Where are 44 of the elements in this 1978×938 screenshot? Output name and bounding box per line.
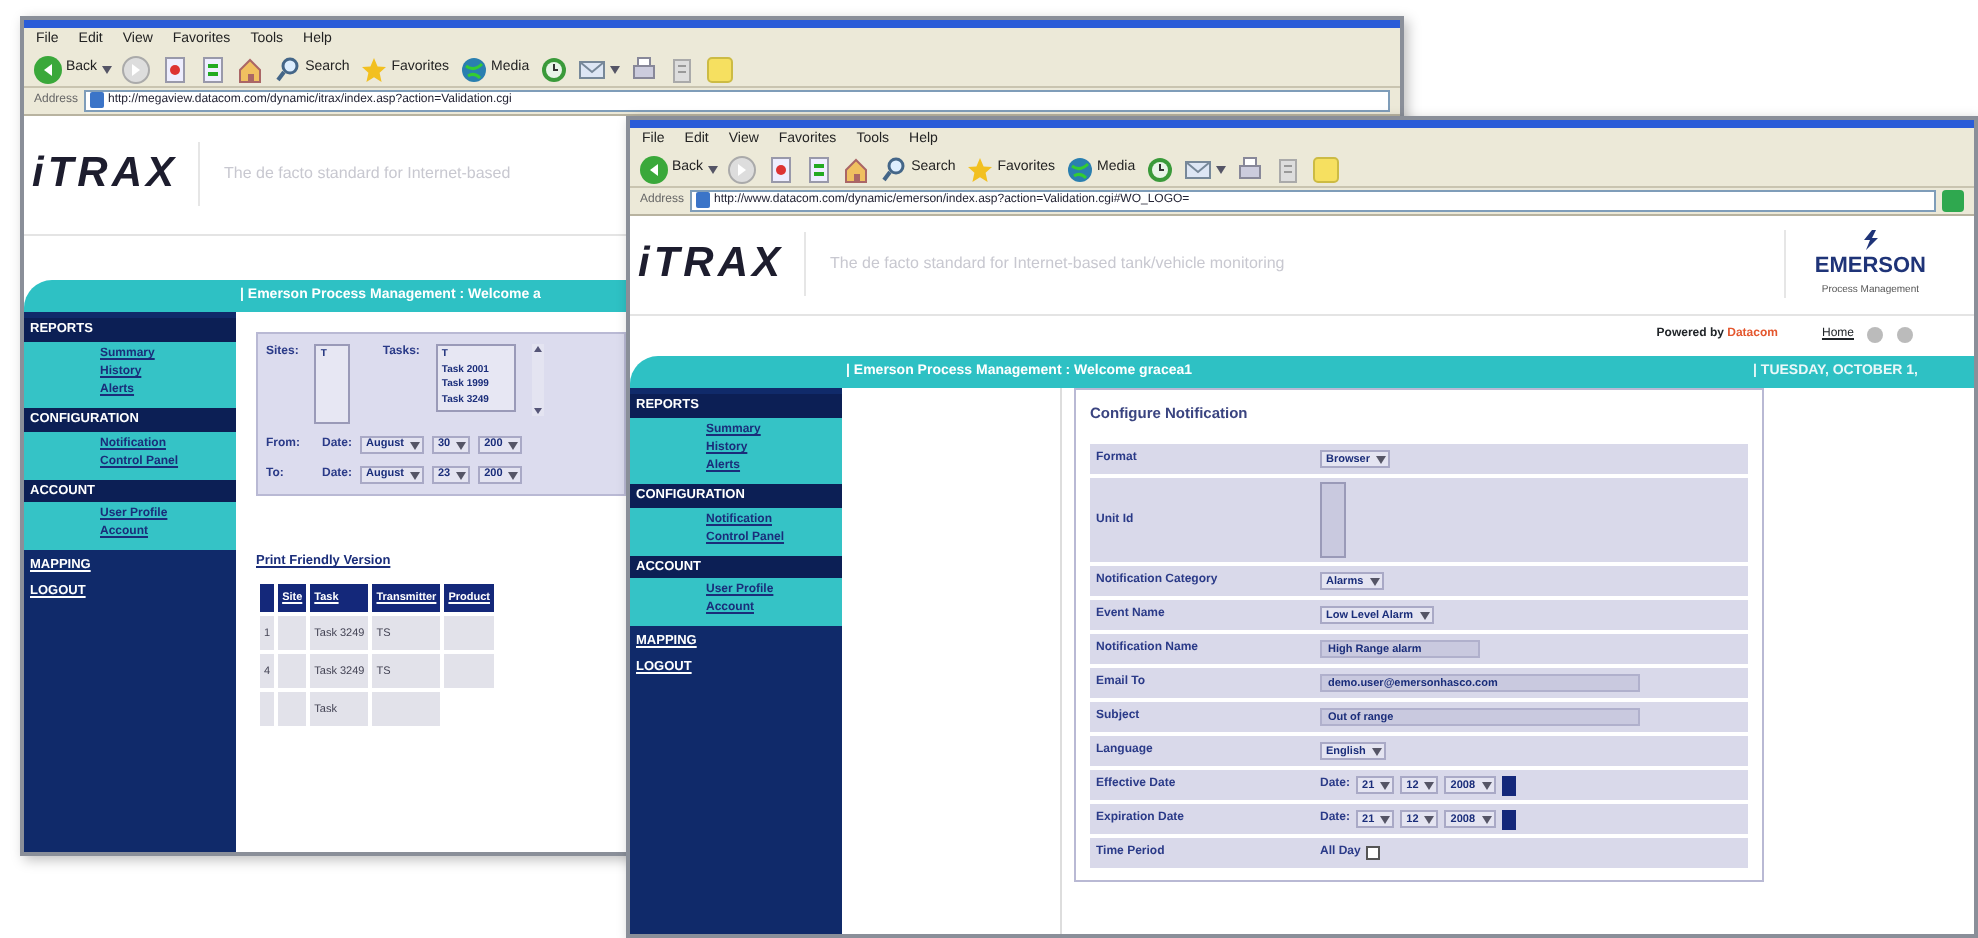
checkbox[interactable] xyxy=(1366,846,1381,861)
caret-icon xyxy=(1371,747,1382,756)
caret-icon xyxy=(1380,781,1391,790)
table-cell xyxy=(260,692,275,727)
caret-icon xyxy=(456,441,467,449)
envelope-icon[interactable] xyxy=(1183,155,1226,183)
page-icon xyxy=(90,92,105,108)
go-button[interactable] xyxy=(1942,189,1964,211)
caret-icon xyxy=(508,441,519,449)
search-icon xyxy=(879,155,908,183)
caret-icon xyxy=(1424,781,1435,790)
globe-icon xyxy=(1065,155,1094,183)
table-cell xyxy=(278,616,307,651)
globe-icon xyxy=(459,55,488,83)
scrollbar-icon xyxy=(531,344,544,416)
calendar-button[interactable] xyxy=(1501,809,1516,830)
brand-name: EMERSON xyxy=(1814,252,1926,282)
logo: iTRAX xyxy=(24,142,200,206)
search-icon xyxy=(273,55,302,83)
caret-icon xyxy=(1419,611,1430,620)
caret-icon xyxy=(456,471,467,479)
table-cell xyxy=(444,654,494,689)
star-icon xyxy=(359,55,388,83)
circle-icon xyxy=(1866,326,1884,344)
table-cell xyxy=(278,692,307,727)
caret-icon xyxy=(1369,577,1380,586)
caret-icon xyxy=(1481,781,1492,790)
table-cell xyxy=(444,616,494,651)
caret-icon xyxy=(508,471,519,479)
page-icon xyxy=(696,192,711,208)
caret-icon xyxy=(1380,815,1391,824)
circle-icon xyxy=(1896,326,1914,344)
lightning-logo-icon xyxy=(1861,230,1880,250)
logo: iTRAX xyxy=(630,232,806,296)
table-cell xyxy=(278,654,307,689)
caret-icon xyxy=(1481,815,1492,824)
envelope-icon[interactable] xyxy=(577,55,620,83)
caret-icon xyxy=(1424,815,1435,824)
calendar-button[interactable] xyxy=(1501,775,1516,796)
caret-icon xyxy=(1376,455,1387,464)
caret-icon xyxy=(409,471,420,479)
star-icon xyxy=(965,155,994,183)
table-cell xyxy=(372,692,441,727)
caret-icon xyxy=(409,441,420,449)
